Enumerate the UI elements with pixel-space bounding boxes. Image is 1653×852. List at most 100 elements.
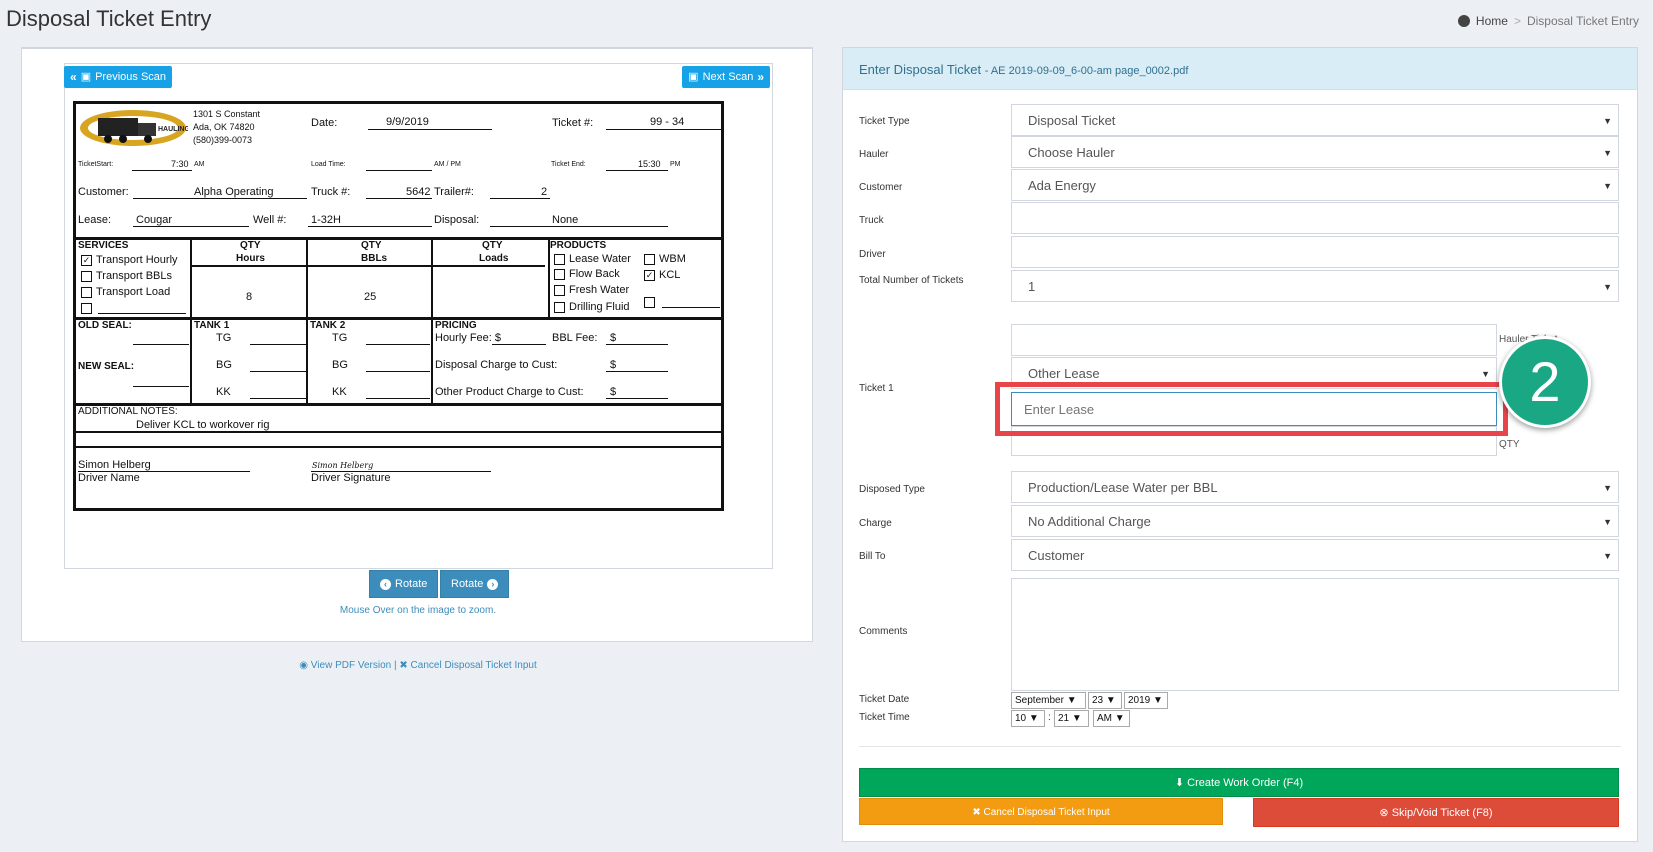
- trailer-value: 2: [541, 186, 548, 198]
- time-minute-select[interactable]: 21 ▼: [1054, 710, 1089, 727]
- lease-value: Cougar: [136, 214, 173, 226]
- pricing-label: PRICING: [435, 320, 477, 331]
- hauler-select[interactable]: Choose Hauler ▼: [1011, 136, 1619, 168]
- dashboard-icon: [1457, 15, 1470, 27]
- service-row-2: Transport BBLs: [81, 270, 172, 282]
- rotate-right-label: Rotate: [451, 578, 484, 590]
- driver-label: Driver: [859, 249, 886, 260]
- qty-loads-header: QTY: [482, 240, 503, 251]
- chevron-down-icon: ▼: [1603, 148, 1612, 158]
- truck-input[interactable]: [1011, 202, 1619, 234]
- ticket-end-label: Ticket End:: [551, 161, 586, 168]
- date-month-select[interactable]: September ▼: [1011, 692, 1086, 709]
- total-tickets-label: Total Number of Tickets: [859, 275, 964, 286]
- chevron-down-icon: ▼: [1603, 483, 1612, 493]
- double-chevron-right-icon: »: [757, 70, 764, 84]
- disposal-value: None: [552, 214, 579, 226]
- time-ampm-select[interactable]: AM ▼: [1093, 710, 1130, 727]
- next-scan-label: Next Scan: [702, 71, 754, 83]
- disposal-charge-dollar: $: [610, 359, 617, 371]
- view-pdf-link[interactable]: View PDF Version: [311, 660, 391, 671]
- form-divider: [859, 746, 1621, 747]
- cancel-disposal-ticket-button[interactable]: ✖ Cancel Disposal Ticket Input: [859, 798, 1223, 825]
- ticket-number-label: Ticket #:: [552, 117, 594, 129]
- comments-textarea[interactable]: [1011, 578, 1619, 691]
- cancel-ticket-link[interactable]: Cancel Disposal Ticket Input: [411, 660, 537, 671]
- previous-scan-button[interactable]: « ▣ Previous Scan: [64, 66, 173, 88]
- checkbox-icon: [81, 286, 92, 298]
- additional-notes-value: Deliver KCL to workover rig: [136, 419, 270, 431]
- ticket-date-label: Ticket Date: [859, 694, 910, 705]
- chevron-down-icon: ▼: [1603, 116, 1612, 126]
- left-footer-links: ◉ View PDF Version | ✖ Cancel Disposal T…: [22, 660, 814, 671]
- ticket-start-label: TicketStart:: [78, 161, 114, 168]
- product-kcl: ✓ KCL: [644, 269, 681, 281]
- form-header: Enter Disposal Ticket - AE 2019-09-09_6-…: [843, 48, 1637, 90]
- hours-value: 8: [246, 291, 253, 303]
- well-label: Well #:: [253, 214, 287, 226]
- ticket-type-select[interactable]: Disposal Ticket ▼: [1011, 104, 1619, 136]
- tank2-label: TANK 2: [310, 320, 346, 331]
- driver-name-label: Driver Name: [78, 472, 140, 484]
- next-scan-button[interactable]: ▣ Next Scan »: [682, 66, 770, 88]
- tank1-label: TANK 1: [194, 320, 230, 331]
- company-address-2: Ada, OK 74820: [193, 122, 255, 132]
- download-icon: ⬇: [1174, 777, 1185, 789]
- disposed-type-select[interactable]: Production/Lease Water per BBL ▼: [1011, 471, 1619, 503]
- driver-input[interactable]: [1011, 236, 1619, 268]
- ticket-form-panel: Enter Disposal Ticket - AE 2019-09-09_6-…: [842, 47, 1638, 842]
- qty-label: QTY: [1499, 439, 1520, 450]
- qty-bbls-header: QTY: [361, 240, 382, 251]
- charge-select[interactable]: No Additional Charge ▼: [1011, 505, 1619, 537]
- chevron-down-icon: ▼: [1603, 181, 1612, 191]
- time-hour-select[interactable]: 10 ▼: [1011, 710, 1045, 727]
- truck-label: Truck: [859, 215, 884, 226]
- customer-value: Alpha Operating: [194, 186, 274, 198]
- page-title: Disposal Ticket Entry: [6, 6, 212, 31]
- product-other: [644, 296, 659, 308]
- bill-to-select[interactable]: Customer ▼: [1011, 539, 1619, 571]
- checkbox-checked-icon: ✓: [644, 269, 655, 281]
- other-product-charge-label: Other Product Charge to Cust:: [435, 386, 584, 398]
- date-day-select[interactable]: 23 ▼: [1088, 692, 1122, 709]
- bill-to-label: Bill To: [859, 551, 886, 562]
- rotate-right-button[interactable]: Rotate ›: [440, 570, 510, 598]
- tank2-bg: BG: [332, 359, 348, 371]
- driver-signature-label: Driver Signature: [311, 472, 391, 484]
- product-lease-water: Lease Water: [554, 253, 631, 265]
- total-tickets-select[interactable]: 1 ▼: [1011, 270, 1619, 302]
- tank1-bg: BG: [216, 359, 232, 371]
- close-circle-icon: ⊗: [1379, 807, 1389, 819]
- create-work-order-label: Create Work Order (F4): [1187, 777, 1304, 789]
- customer-label: Customer:: [78, 186, 129, 198]
- chevron-down-icon: ▼: [1603, 551, 1612, 561]
- product-drilling-fluid: Drilling Fluid: [554, 301, 630, 313]
- bbls-header: BBLs: [361, 253, 388, 264]
- hours-header: Hours: [236, 253, 265, 264]
- ticket1-label: Ticket 1: [859, 383, 894, 394]
- additional-notes-label: ADDITIONAL NOTES:: [78, 406, 178, 417]
- rotate-left-label: Rotate: [395, 578, 428, 590]
- truck-value: 5642: [406, 186, 431, 198]
- qty-hours-header: QTY: [240, 240, 261, 251]
- loads-header: Loads: [479, 253, 509, 264]
- ticket-scan-image[interactable]: HAULING 1301 S Constant Ada, OK 74820 (5…: [73, 101, 724, 511]
- breadcrumb-home[interactable]: Home: [1476, 14, 1508, 28]
- skip-void-ticket-button[interactable]: ⊗ Skip/Void Ticket (F8): [1253, 798, 1619, 827]
- customer-select[interactable]: Ada Energy ▼: [1011, 169, 1619, 201]
- rotate-left-button[interactable]: ‹ Rotate: [369, 570, 439, 598]
- skip-void-ticket-label: Skip/Void Ticket (F8): [1391, 807, 1493, 819]
- cancel-disposal-ticket-label: Cancel Disposal Ticket Input: [983, 807, 1110, 818]
- close-icon: ✖: [972, 807, 981, 818]
- new-seal-label: NEW SEAL:: [78, 361, 135, 372]
- create-work-order-button[interactable]: ⬇ Create Work Order (F4): [859, 768, 1619, 797]
- hauler-ticket-input[interactable]: [1011, 324, 1497, 356]
- double-chevron-left-icon: «: [70, 70, 77, 84]
- arrow-circle-right-icon: ›: [487, 578, 499, 590]
- services-label: SERVICES: [78, 240, 129, 251]
- disposed-type-label: Disposed Type: [859, 484, 925, 495]
- checkbox-icon: [81, 302, 92, 314]
- breadcrumb-separator: >: [1513, 14, 1521, 28]
- date-year-select[interactable]: 2019 ▼: [1124, 692, 1168, 709]
- pm-label: PM: [670, 161, 681, 168]
